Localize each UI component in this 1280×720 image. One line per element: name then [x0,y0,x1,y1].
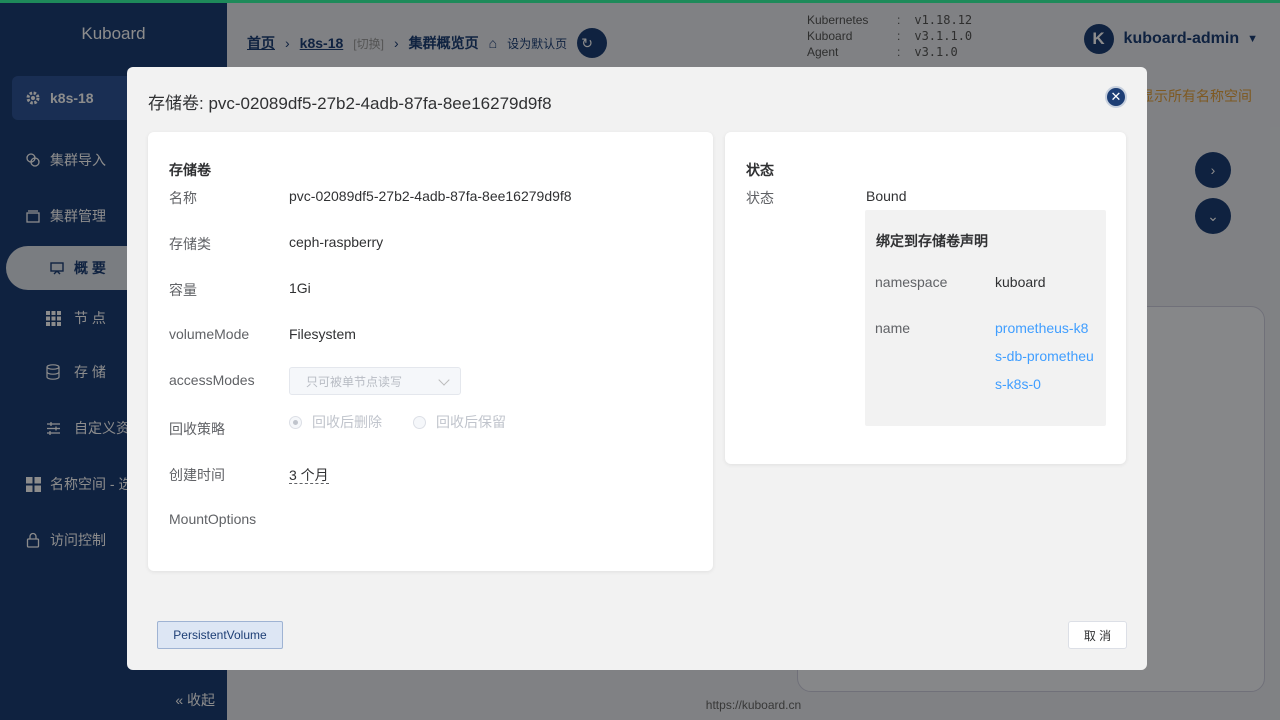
cancel-button[interactable]: 取 消 [1068,621,1127,649]
claim-namespace: kuboard [995,274,1046,290]
field-label: 名称 [169,190,197,206]
status-heading: 状态 [746,162,774,178]
status-value: Bound [866,188,907,204]
field-label: namespace [875,274,948,290]
access-modes-value: 只可被单节点读写 [306,374,403,389]
field-label: 存储类 [169,236,211,252]
volume-mode: Filesystem [289,326,356,342]
close-button[interactable]: ✕ [1105,86,1127,108]
capacity: 1Gi [289,280,311,296]
volume-card: 存储卷 名称 pvc-02089df5-27b2-4adb-87fa-8ee16… [148,132,713,571]
field-label: 创建时间 [169,467,225,483]
created-time[interactable]: 3 个月 [289,467,329,484]
claim-heading: 绑定到存储卷声明 [876,233,988,249]
volume-heading: 存储卷 [169,162,211,178]
dialog-title: 存储卷: pvc-02089df5-27b2-4adb-87fa-8ee1627… [148,94,552,113]
reclaim-retain-radio: 回收后保留 [413,412,506,432]
field-label: MountOptions [169,511,257,527]
chevron-down-icon [438,374,450,386]
radio-label: 回收后删除 [312,414,382,430]
claim-name-link[interactable]: prometheus-k8s-db-prometheus-k8s-0 [995,314,1095,398]
field-label: name [875,320,911,336]
field-label: 容量 [169,282,197,298]
radio-label: 回收后保留 [436,414,506,430]
reclaim-delete-radio: 回收后删除 [289,412,382,432]
volume-name: pvc-02089df5-27b2-4adb-87fa-8ee16279d9f8 [289,188,572,204]
top-stripe [0,0,1280,3]
close-icon: ✕ [1110,89,1122,104]
persistent-volume-button[interactable]: PersistentVolume [157,621,283,649]
field-label: 状态 [746,190,774,206]
claim-box: 绑定到存储卷声明 namespace kuboard name promethe… [865,210,1106,426]
access-modes-select: 只可被单节点读写 [289,367,461,395]
status-card: 状态 状态 Bound 绑定到存储卷声明 namespace kuboard n… [725,132,1126,464]
pv-dialog: 存储卷: pvc-02089df5-27b2-4adb-87fa-8ee1627… [127,67,1147,670]
radio-dot [413,415,426,429]
field-label: accessModes [169,372,255,388]
field-label: 回收策略 [169,421,225,437]
field-label: volumeMode [169,326,250,342]
storage-class: ceph-raspberry [289,234,384,250]
radio-dot [289,415,302,429]
